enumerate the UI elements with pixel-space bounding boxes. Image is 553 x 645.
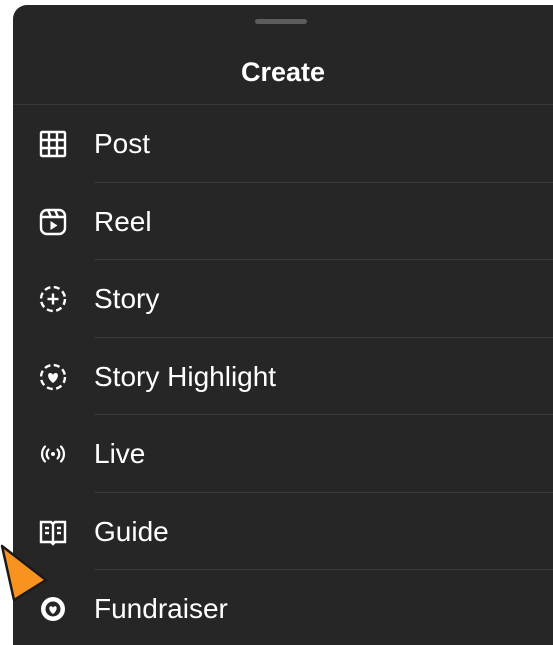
menu-item-label: Fundraiser — [94, 593, 228, 624]
menu-item-story-highlight[interactable]: Story Highlight — [13, 338, 553, 415]
menu-item-reel[interactable]: Reel — [13, 183, 553, 260]
drag-handle[interactable] — [255, 19, 307, 24]
create-menu: Post Reel Story Story Highlight Live Gui… — [13, 105, 553, 645]
grid-icon — [36, 127, 70, 161]
menu-item-label: Reel — [94, 205, 152, 237]
pointer-arrow-icon — [0, 544, 48, 602]
menu-item-label: Story Highlight — [94, 360, 277, 392]
sheet-title: Create — [240, 57, 326, 87]
menu-item-post[interactable]: Post — [13, 105, 553, 183]
story-highlight-icon — [36, 360, 70, 394]
menu-item-label: Post — [94, 128, 151, 159]
menu-item-live[interactable]: Live — [13, 415, 553, 493]
create-sheet: Create Post Reel Story Story Highlight L… — [13, 5, 553, 645]
live-icon — [36, 437, 70, 471]
menu-item-label: Guide — [94, 515, 169, 547]
menu-item-label: Live — [94, 438, 146, 469]
menu-item-guide[interactable]: Guide — [13, 493, 553, 570]
story-add-icon — [36, 282, 70, 316]
menu-item-label: Story — [94, 283, 160, 314]
menu-item-fundraiser[interactable]: Fundraiser — [13, 570, 553, 645]
menu-item-story[interactable]: Story — [13, 260, 553, 338]
reel-icon — [36, 205, 70, 239]
